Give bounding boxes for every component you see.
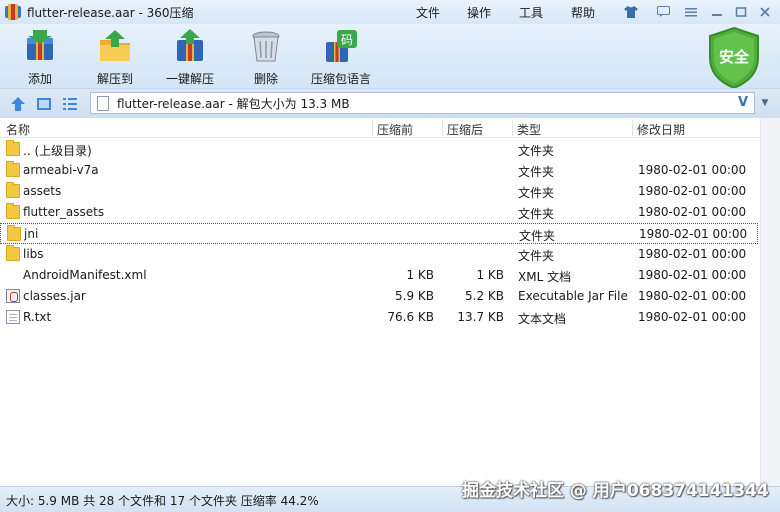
jar-file-icon (6, 289, 20, 303)
maximize-icon[interactable] (730, 3, 752, 20)
file-name: classes.jar (23, 289, 86, 303)
text-file-icon (6, 310, 20, 324)
file-date: 1980-02-01 00:00 (638, 163, 747, 177)
feedback-icon[interactable] (652, 3, 674, 20)
file-row[interactable]: .. (上级目录) 文件夹 (0, 139, 758, 160)
file-name: R.txt (23, 310, 52, 324)
file-date: 1980-02-01 00:00 (638, 310, 747, 324)
folder-icon (6, 161, 20, 177)
folder-icon (6, 203, 20, 219)
file-name: flutter_assets (23, 205, 105, 219)
trash-icon (248, 28, 284, 64)
file-row[interactable]: AndroidManifest.xml 1 KB 1 KB XML 文档 1980-02… (0, 265, 758, 286)
file-name: armeabi-v7a (23, 163, 99, 177)
file-type: 文件夹 (518, 165, 555, 179)
file-type: Executable Jar File (518, 289, 628, 303)
folder-icon (6, 140, 20, 156)
menu-file[interactable]: 文件 (416, 0, 440, 24)
menu-help[interactable]: 帮助 (571, 0, 595, 24)
address-bar: flutter-release.aar - 解包大小为 13.3 MB V ▼ (0, 88, 780, 118)
svg-text:码: 码 (341, 33, 353, 47)
column-header: 名称 压缩前 压缩后 类型 修改日期 (0, 118, 760, 138)
minimize-icon[interactable] (706, 3, 728, 20)
file-row[interactable]: R.txt 76.6 KB 13.7 KB 文本文档 1980-02-01 00:00 (0, 307, 758, 328)
file-size-after: 13.7 KB (457, 310, 504, 324)
file-type: 文本文档 (518, 312, 567, 326)
address-v-button[interactable]: V (738, 95, 748, 110)
file-size-after: 5.2 KB (465, 289, 504, 303)
svg-text:安全: 安全 (719, 48, 750, 66)
add-archive-icon (22, 28, 58, 64)
file-row[interactable]: armeabi-v7a 文件夹 1980-02-01 00:00 (0, 160, 758, 181)
watermark: 掘金技术社区 @ 用户068374141344 (462, 481, 769, 501)
column-date[interactable]: 修改日期 (637, 121, 685, 138)
file-type: 文件夹 (519, 229, 556, 243)
address-dropdown-icon[interactable]: ▼ (757, 94, 773, 112)
column-name[interactable]: 名称 (6, 121, 30, 138)
up-arrow-icon[interactable] (10, 96, 26, 112)
file-date: 1980-02-01 00:00 (639, 227, 748, 241)
extract-to-icon (97, 28, 133, 64)
add-button[interactable]: 添加 (22, 28, 58, 87)
file-type: 文件夹 (518, 249, 555, 263)
file-size-after: 1 KB (476, 268, 504, 282)
file-type: 文件夹 (518, 186, 555, 200)
file-size-before: 5.9 KB (395, 289, 434, 303)
status-text: 大小: 5.9 MB 共 28 个文件和 17 个文件夹 压缩率 44.2% (6, 494, 319, 508)
column-type[interactable]: 类型 (517, 121, 541, 138)
menu-operation[interactable]: 操作 (467, 0, 491, 24)
file-date: 1980-02-01 00:00 (638, 184, 747, 198)
file-type: XML 文档 (518, 270, 572, 284)
skin-shirt-icon[interactable] (620, 3, 642, 20)
folder-icon (6, 245, 20, 261)
folder-icon (6, 182, 20, 198)
file-size-before: 76.6 KB (387, 310, 434, 324)
file-row[interactable]: assets 文件夹 1980-02-01 00:00 (0, 181, 758, 202)
vertical-scrollbar[interactable] (760, 118, 780, 486)
file-type: 文件夹 (518, 207, 555, 221)
file-icon (97, 95, 109, 111)
archive-language-icon: 码 (323, 28, 359, 64)
menu-tools[interactable]: 工具 (519, 0, 543, 24)
column-after[interactable]: 压缩后 (447, 121, 483, 138)
file-row[interactable]: libs 文件夹 1980-02-01 00:00 (0, 244, 758, 265)
file-row[interactable]: classes.jar 5.9 KB 5.2 KB Executable Jar Fi… (0, 286, 758, 307)
file-date: 1980-02-01 00:00 (638, 268, 747, 282)
delete-button[interactable]: 删除 (248, 28, 284, 87)
view-large-icon[interactable] (36, 96, 52, 112)
view-list-icon[interactable] (62, 96, 78, 112)
address-text: flutter-release.aar - 解包大小为 13.3 MB (117, 96, 350, 111)
file-name: assets (23, 184, 62, 198)
close-icon[interactable] (754, 3, 776, 20)
file-name: jni (24, 227, 39, 241)
extract-to-button[interactable]: 解压到 (97, 28, 133, 87)
file-date: 1980-02-01 00:00 (638, 205, 747, 219)
archive-language-button[interactable]: 码 压缩包语言 (311, 28, 371, 87)
file-name: .. (上级目录) (23, 144, 92, 158)
one-click-extract-icon (172, 28, 208, 64)
file-name: libs (23, 247, 44, 261)
security-shield-badge[interactable]: 安全 (706, 26, 762, 90)
file-name: AndroidManifest.xml (23, 268, 147, 282)
file-date: 1980-02-01 00:00 (638, 289, 747, 303)
winrar-app-icon (5, 4, 21, 20)
address-field[interactable]: flutter-release.aar - 解包大小为 13.3 MB V (90, 92, 755, 114)
menu-icon[interactable] (680, 3, 702, 20)
file-size-before: 1 KB (406, 268, 434, 282)
file-type: 文件夹 (518, 144, 555, 158)
one-click-extract-button[interactable]: 一键解压 (166, 28, 214, 87)
file-date: 1980-02-01 00:00 (638, 247, 747, 261)
column-before[interactable]: 压缩前 (377, 121, 413, 138)
window-title: flutter-release.aar - 360压缩 (27, 5, 194, 20)
folder-icon (7, 225, 21, 241)
file-row[interactable]: jni 文件夹 1980-02-01 00:00 (0, 223, 758, 244)
file-row[interactable]: flutter_assets 文件夹 1980-02-01 00:00 (0, 202, 758, 223)
